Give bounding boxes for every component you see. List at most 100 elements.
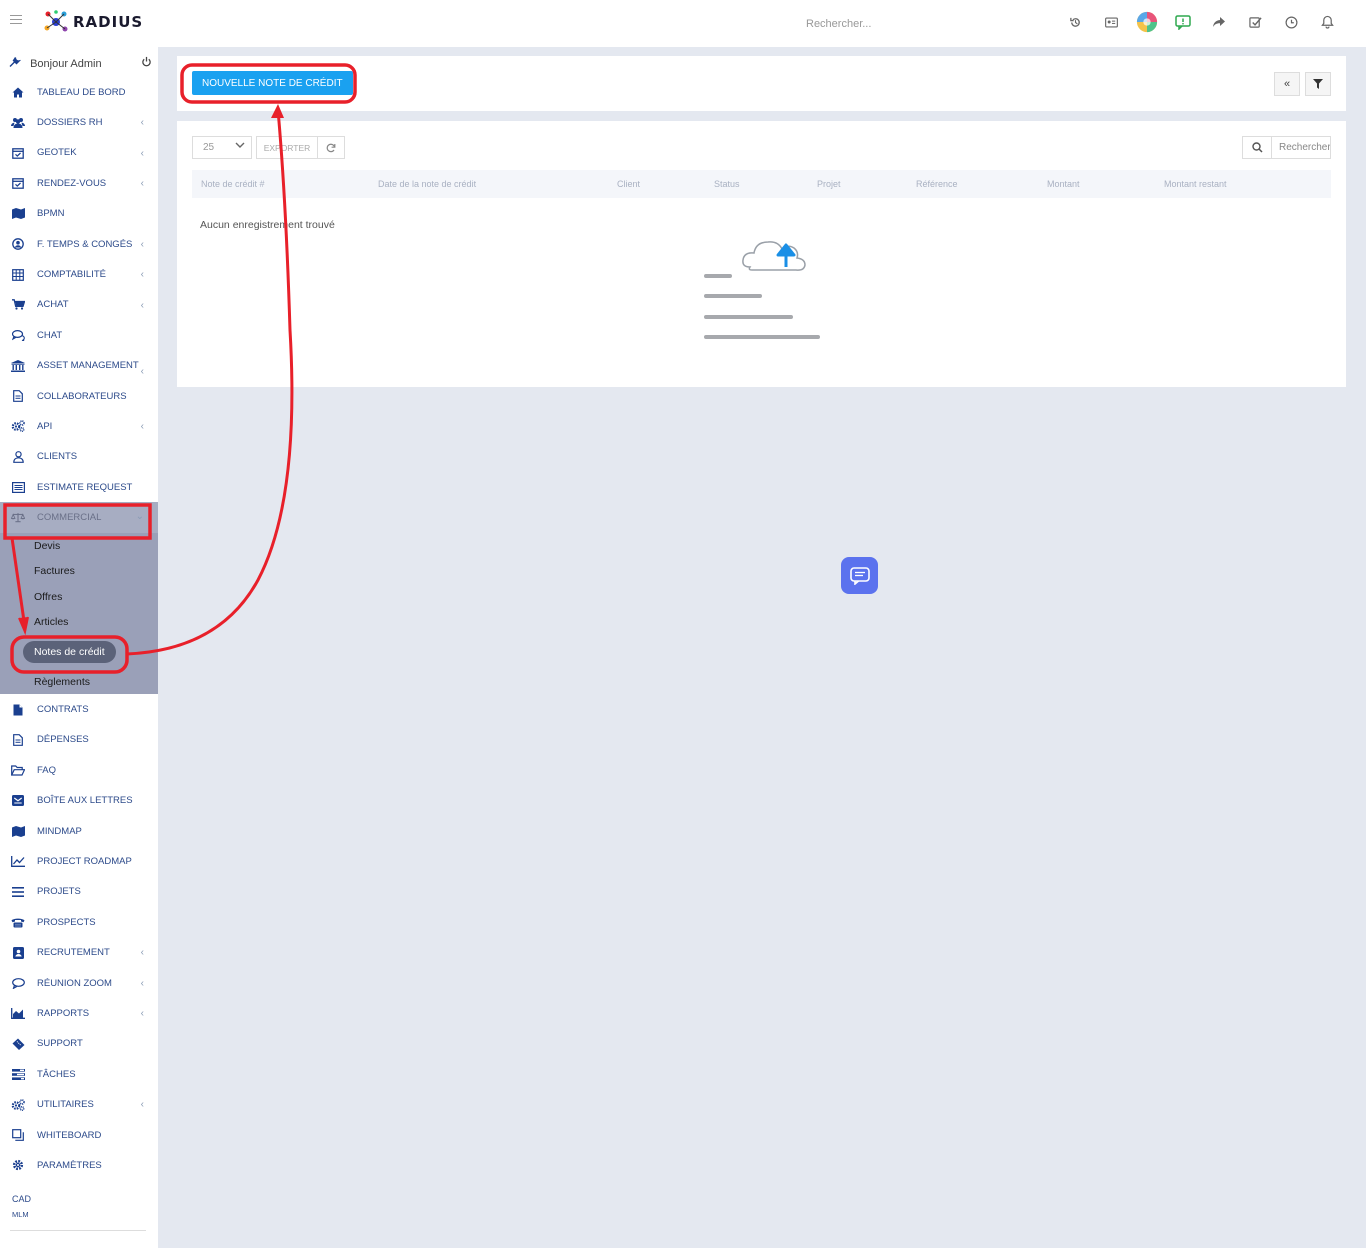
brand-logo[interactable]: RADIUS <box>43 10 143 34</box>
sidebar-item-tableau-de-bord[interactable]: TABLEAU DE BORD <box>0 77 158 107</box>
subitem-factures[interactable]: Factures <box>0 558 158 584</box>
sidebar-item-label: CONTRATS <box>37 704 89 716</box>
column-header[interactable]: Projet <box>817 179 841 189</box>
sidebar-item-achat[interactable]: ACHAT ‹ <box>0 290 158 320</box>
table-search: Rechercher <box>1242 136 1331 159</box>
page-size-select[interactable]: 25 <box>192 136 252 159</box>
sidebar-item-label: TABLEAU DE BORD <box>37 86 126 98</box>
global-search-input[interactable]: Rechercher... <box>806 18 871 30</box>
home-icon <box>11 86 25 98</box>
sidebar-item-support[interactable]: SUPPORT <box>0 1029 158 1059</box>
sidebar-item-api[interactable]: API ‹ <box>0 411 158 441</box>
sidebar-item-commercial[interactable]: COMMERCIAL ⌄ <box>0 502 158 533</box>
line-chart-icon <box>11 856 25 868</box>
power-icon[interactable] <box>141 56 152 70</box>
sidebar-item-label: ASSET MANAGEMENT <box>37 360 139 372</box>
sidebar-item-estimate-request[interactable]: ESTIMATE REQUEST <box>0 472 158 502</box>
action-panel: NOUVELLE NOTE DE CRÉDIT « <box>177 56 1346 111</box>
sidebar-item-clients[interactable]: CLIENTS <box>0 442 158 472</box>
sidebar-item-depenses[interactable]: DÉPENSES <box>0 725 158 755</box>
sidebar-item-chat[interactable]: CHAT <box>0 320 158 350</box>
sidebar-item-label: ESTIMATE REQUEST <box>37 481 133 493</box>
sidebar-item-utilitaires[interactable]: UTILITAIRES ‹ <box>0 1089 158 1119</box>
sidebar-item-parametres[interactable]: PARAMÈTRES <box>0 1150 158 1180</box>
share-icon[interactable] <box>1208 11 1230 33</box>
sidebar-item-project-roadmap[interactable]: PROJECT ROADMAP <box>0 846 158 876</box>
sidebar-item-projets[interactable]: PROJETS <box>0 877 158 907</box>
sidebar-item-temps-conges[interactable]: F. TEMPS & CONGÉS ‹ <box>0 229 158 259</box>
users-icon <box>11 117 25 129</box>
bell-icon[interactable] <box>1316 11 1338 33</box>
sidebar-item-faq[interactable]: FAQ <box>0 755 158 785</box>
id-card-icon[interactable] <box>1100 11 1122 33</box>
column-header[interactable]: Montant <box>1047 179 1080 189</box>
badge-icon <box>11 946 25 959</box>
subitem-devis[interactable]: Devis <box>0 533 158 559</box>
sidebar-item-comptabilite[interactable]: COMPTABILITÉ ‹ <box>0 259 158 289</box>
clock-icon[interactable] <box>1280 11 1302 33</box>
sidebar-item-reunion-zoom[interactable]: RÉUNION ZOOM ‹ <box>0 968 158 998</box>
subitem-notes-de-credit[interactable]: Notes de crédit <box>0 635 158 669</box>
sidebar-item-whiteboard[interactable]: WHITEBOARD <box>0 1120 158 1150</box>
subitem-reglements[interactable]: Règlements <box>0 669 158 695</box>
sidebar-item-label: PROJECT ROADMAP <box>37 856 132 867</box>
table-search-input[interactable]: Rechercher <box>1272 136 1331 159</box>
sidebar-item-recrutement[interactable]: RECRUTEMENT ‹ <box>0 937 158 967</box>
sidebar-item-bpmn[interactable]: BPMN <box>0 199 158 229</box>
subitem-label: Offres <box>34 590 63 603</box>
column-header[interactable]: Référence <box>916 179 958 189</box>
sidebar-item-rapports[interactable]: RAPPORTS ‹ <box>0 998 158 1028</box>
new-credit-note-button[interactable]: NOUVELLE NOTE DE CRÉDIT <box>192 71 353 95</box>
clone-icon <box>11 1129 25 1141</box>
chevron-down-icon <box>235 141 245 151</box>
mail-icon <box>11 795 25 807</box>
checkbox-icon[interactable] <box>1244 11 1266 33</box>
sidebar-item-mindmap[interactable]: MINDMAP <box>0 816 158 846</box>
sidebar-item-collaborateurs[interactable]: COLLABORATEURS <box>0 381 158 411</box>
chevron-left-icon: ‹ <box>140 421 144 433</box>
sidebar-item-rendez-vous[interactable]: RENDEZ-VOUS ‹ <box>0 168 158 198</box>
column-header[interactable]: Note de crédit # <box>201 179 265 189</box>
avatar[interactable] <box>1136 11 1158 33</box>
column-header[interactable]: Date de la note de crédit <box>378 179 476 189</box>
chevron-left-icon: ‹ <box>140 947 144 959</box>
export-button[interactable]: EXPORTER <box>256 136 318 159</box>
column-header[interactable]: Client <box>617 179 640 189</box>
sidebar-item-label: TÂCHES <box>37 1068 76 1080</box>
filter-button[interactable] <box>1305 72 1331 96</box>
history-icon[interactable] <box>1064 11 1086 33</box>
hamburger-menu-icon[interactable] <box>10 15 22 27</box>
sidebar-item-asset-management[interactable]: ASSET MANAGEMENT ‹ <box>0 351 158 381</box>
sidebar-item-geotek[interactable]: GEOTEK ‹ <box>0 138 158 168</box>
sidebar-item-contrats[interactable]: CONTRATS <box>0 694 158 724</box>
column-header[interactable]: Montant restant <box>1164 179 1227 189</box>
subitem-offres[interactable]: Offres <box>0 584 158 610</box>
sidebar-item-label: DOSSIERS RH <box>37 117 103 129</box>
subitem-label: Articles <box>34 616 69 629</box>
sidebar-item-taches[interactable]: TÂCHES <box>0 1059 158 1089</box>
chat-alert-icon[interactable] <box>1172 11 1194 33</box>
chevron-left-icon: ‹ <box>140 1099 144 1111</box>
sidebar-item-prospects[interactable]: PROSPECTS <box>0 907 158 937</box>
sidebar: Bonjour Admin TABLEAU DE BORD DOSSIERS R… <box>0 47 158 1248</box>
subitem-articles[interactable]: Articles <box>0 609 158 635</box>
mlm-label: MLM <box>12 1210 29 1219</box>
sidebar-item-boite-aux-lettres[interactable]: BOÎTE AUX LETTRES <box>0 786 158 816</box>
sidebar-item-label: F. TEMPS & CONGÉS <box>37 238 133 250</box>
list-icon <box>11 481 25 493</box>
search-icon[interactable] <box>1242 136 1272 159</box>
sidebar-item-label: CHAT <box>37 329 63 341</box>
chevron-left-icon: ‹ <box>140 269 144 281</box>
sidebar-item-label: RENDEZ-VOUS <box>37 177 107 189</box>
gear-icon <box>11 1159 25 1171</box>
sidebar-item-dossiers-rh[interactable]: DOSSIERS RH ‹ <box>0 107 158 137</box>
floating-chat-button[interactable] <box>841 557 878 594</box>
column-header[interactable]: Status <box>714 179 740 189</box>
subitem-label: Règlements <box>34 675 91 688</box>
sidebar-item-label: BOÎTE AUX LETTRES <box>37 795 133 807</box>
collapse-button[interactable]: « <box>1274 72 1300 96</box>
refresh-button[interactable] <box>317 136 345 159</box>
commercial-submenu: COMMERCIAL ⌄ Devis Factures Offres Artic… <box>0 502 158 695</box>
table-panel: 25 EXPORTER Rechercher Note de crédit # … <box>177 121 1346 387</box>
message-icon <box>849 566 870 585</box>
